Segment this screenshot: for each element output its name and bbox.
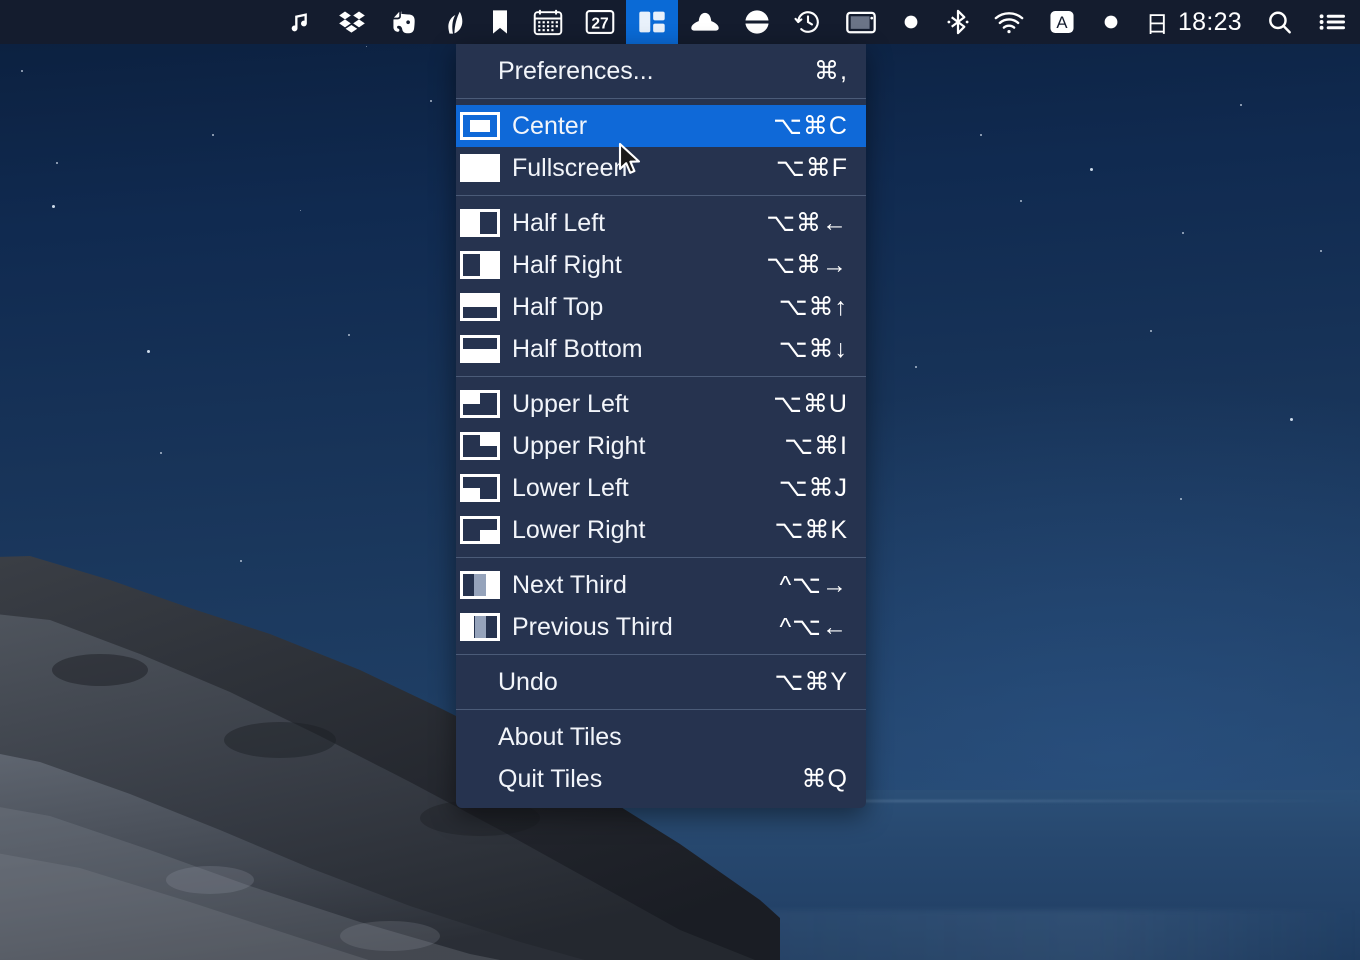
menu-item-label: Upper Right bbox=[512, 431, 646, 460]
menu-bar-status-items: 27 A 日 18:23 bbox=[276, 0, 1360, 44]
clock-time: 18:23 bbox=[1177, 7, 1242, 36]
macos-menu-bar: 27 A 日 18:23 bbox=[0, 0, 1360, 44]
display-icon[interactable] bbox=[834, 0, 888, 44]
menu-item-label: Undo bbox=[498, 667, 558, 696]
bookmark-icon[interactable] bbox=[478, 0, 522, 44]
wifi-icon[interactable] bbox=[982, 0, 1036, 44]
calendar-day-glyph: 日 bbox=[1145, 11, 1169, 37]
half-left-tile-icon bbox=[460, 209, 500, 237]
menu-item-shortcut: ⌘, bbox=[814, 57, 848, 85]
time-machine-icon[interactable] bbox=[782, 0, 834, 44]
tiles-dropdown-menu[interactable]: Preferences... ⌘, Center ⌥⌘C Fullscreen ⌥⌘F Ha… bbox=[456, 44, 866, 808]
menu-group-preferences: Preferences... ⌘, bbox=[456, 44, 866, 98]
menu-group-quadrants: Upper Left ⌥⌘U Upper Right ⌥⌘I Lower Left ⌥⌘J… bbox=[456, 377, 866, 557]
menu-item-label: Half Left bbox=[512, 208, 606, 237]
menu-item-next-third[interactable]: Next Third ^⌥→ bbox=[456, 564, 866, 606]
menu-item-label: Fullscreen bbox=[512, 153, 628, 182]
calendar-grid-icon[interactable] bbox=[522, 0, 574, 44]
menu-item-label: About Tiles bbox=[498, 722, 622, 751]
menu-group-about-quit: About Tiles Quit Tiles ⌘Q bbox=[456, 710, 866, 806]
menu-item-previous-third[interactable]: Previous Third ^⌥← bbox=[456, 606, 866, 648]
calendar-date-icon[interactable]: 27 bbox=[574, 0, 626, 44]
menu-item-label: Next Third bbox=[512, 570, 627, 599]
menu-item-shortcut: ^⌥→ bbox=[779, 571, 848, 599]
menu-item-undo[interactable]: Undo ⌥⌘Y bbox=[456, 661, 866, 703]
dropbox-icon[interactable] bbox=[326, 0, 378, 44]
music-note-icon[interactable] bbox=[276, 0, 326, 44]
menu-item-upper-right[interactable]: Upper Right ⌥⌘I bbox=[456, 425, 866, 467]
menu-item-half-right[interactable]: Half Right ⌥⌘→ bbox=[456, 244, 866, 286]
evernote-icon[interactable] bbox=[378, 0, 428, 44]
bowler-hat-icon[interactable] bbox=[678, 0, 732, 44]
tiles-icon[interactable] bbox=[625, 0, 678, 44]
menu-item-shortcut: ⌘Q bbox=[801, 765, 848, 793]
center-tile-icon bbox=[460, 112, 500, 140]
menu-item-upper-left[interactable]: Upper Left ⌥⌘U bbox=[456, 383, 866, 425]
menu-group-halves: Half Left ⌥⌘← Half Right ⌥⌘→ Half Top ⌥⌘↑ Half… bbox=[456, 196, 866, 376]
menu-item-shortcut: ⌥⌘→ bbox=[766, 251, 848, 279]
menu-item-shortcut: ^⌥← bbox=[779, 613, 848, 641]
svg-text:27: 27 bbox=[591, 15, 608, 32]
half-top-tile-icon bbox=[460, 293, 500, 321]
menu-item-label: Lower Left bbox=[512, 473, 629, 502]
menu-item-label: Previous Third bbox=[512, 612, 673, 641]
menu-item-label: Lower Right bbox=[512, 515, 646, 544]
lower-right-tile-icon bbox=[460, 516, 500, 544]
menu-bar-clock[interactable]: 日 18:23 bbox=[1134, 0, 1254, 44]
upper-right-tile-icon bbox=[460, 432, 500, 460]
upper-left-tile-icon bbox=[460, 390, 500, 418]
control-center-icon[interactable] bbox=[1306, 0, 1360, 44]
menu-item-label: Half Right bbox=[512, 250, 622, 279]
next-third-tile-icon bbox=[460, 571, 500, 599]
menu-item-shortcut: ⌥⌘I bbox=[784, 432, 848, 460]
menu-group-undo: Undo ⌥⌘Y bbox=[456, 655, 866, 709]
menu-item-half-bottom[interactable]: Half Bottom ⌥⌘↓ bbox=[456, 328, 866, 370]
input-source-icon[interactable]: A bbox=[1036, 0, 1088, 44]
do-not-disturb-icon[interactable] bbox=[732, 0, 782, 44]
bluetooth-icon[interactable] bbox=[934, 0, 982, 44]
search-icon[interactable] bbox=[1254, 0, 1306, 44]
dot2-icon[interactable] bbox=[1088, 0, 1134, 44]
lower-left-tile-icon bbox=[460, 474, 500, 502]
menu-item-shortcut: ⌥⌘← bbox=[766, 209, 848, 237]
menu-item-label: Upper Left bbox=[512, 389, 629, 418]
menu-item-quit-tiles[interactable]: Quit Tiles ⌘Q bbox=[456, 758, 866, 800]
menu-item-half-top[interactable]: Half Top ⌥⌘↑ bbox=[456, 286, 866, 328]
half-right-tile-icon bbox=[460, 251, 500, 279]
menu-item-shortcut: ⌥⌘↑ bbox=[778, 293, 848, 321]
menu-item-label: Half Top bbox=[512, 292, 604, 321]
menu-item-shortcut: ⌥⌘K bbox=[774, 516, 848, 544]
menu-item-shortcut: ⌥⌘J bbox=[778, 474, 848, 502]
menu-item-label: Half Bottom bbox=[512, 334, 643, 363]
svg-text:A: A bbox=[1056, 13, 1068, 32]
menu-item-center[interactable]: Center ⌥⌘C bbox=[456, 105, 866, 147]
menu-group-center-fullscreen: Center ⌥⌘C Fullscreen ⌥⌘F bbox=[456, 99, 866, 195]
menu-item-label: Preferences... bbox=[498, 56, 654, 85]
menu-item-fullscreen[interactable]: Fullscreen ⌥⌘F bbox=[456, 147, 866, 189]
leaf-icon[interactable] bbox=[428, 0, 478, 44]
dot-icon[interactable] bbox=[888, 0, 934, 44]
menu-item-shortcut: ⌥⌘U bbox=[773, 390, 848, 418]
menu-group-thirds: Next Third ^⌥→ Previous Third ^⌥← bbox=[456, 558, 866, 654]
menu-item-shortcut: ⌥⌘C bbox=[773, 112, 848, 140]
menu-item-about-tiles[interactable]: About Tiles bbox=[456, 716, 866, 758]
menu-item-lower-right[interactable]: Lower Right ⌥⌘K bbox=[456, 509, 866, 551]
menu-item-shortcut: ⌥⌘F bbox=[775, 154, 848, 182]
menu-item-shortcut: ⌥⌘Y bbox=[774, 668, 848, 696]
menu-item-lower-left[interactable]: Lower Left ⌥⌘J bbox=[456, 467, 866, 509]
menu-item-preferences[interactable]: Preferences... ⌘, bbox=[456, 50, 866, 92]
half-bottom-tile-icon bbox=[460, 335, 500, 363]
menu-item-half-left[interactable]: Half Left ⌥⌘← bbox=[456, 202, 866, 244]
menu-item-shortcut: ⌥⌘↓ bbox=[778, 335, 848, 363]
previous-third-tile-icon bbox=[460, 613, 500, 641]
fullscreen-tile-icon bbox=[460, 154, 500, 182]
menu-item-label: Quit Tiles bbox=[498, 764, 603, 793]
menu-item-label: Center bbox=[512, 111, 588, 140]
